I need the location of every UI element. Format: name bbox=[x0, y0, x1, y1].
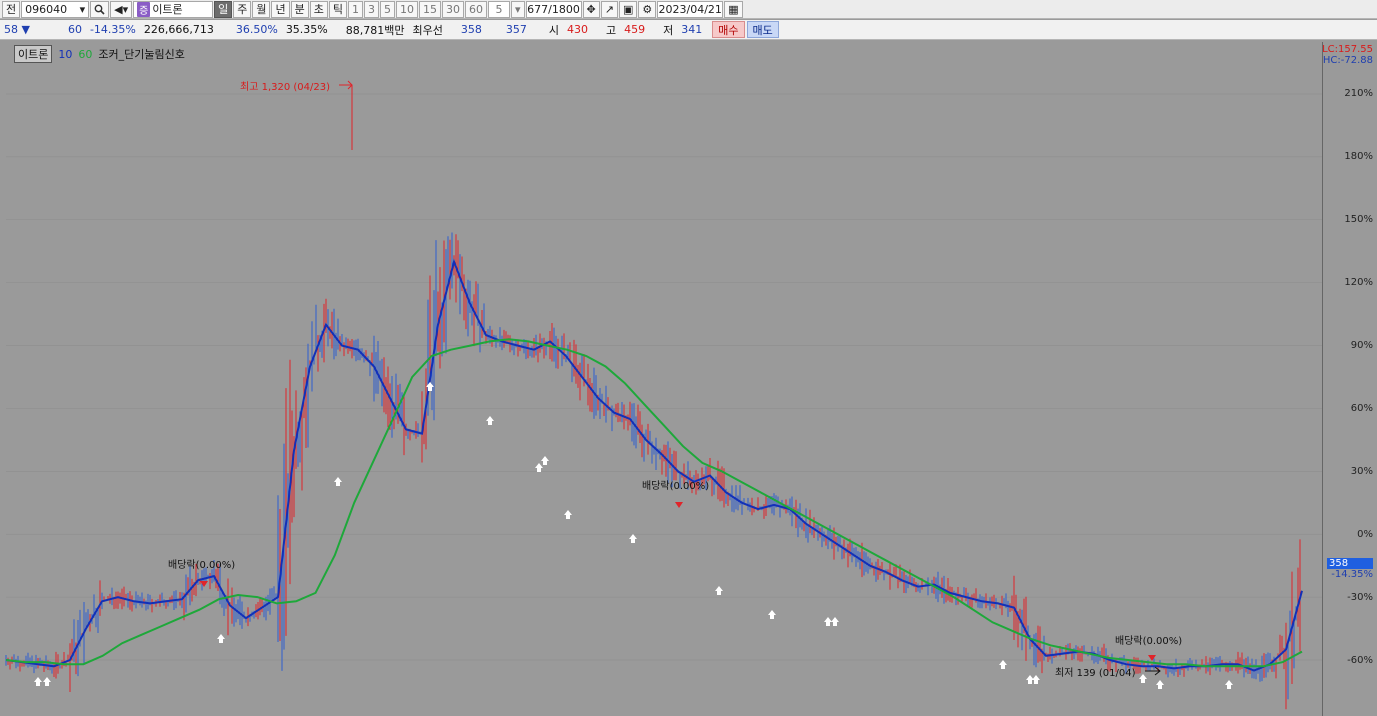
buy-signal-arrow bbox=[629, 534, 637, 543]
lc-label: LC:157.55 bbox=[1322, 44, 1373, 55]
buy-signal-arrow bbox=[564, 510, 572, 519]
buy-signal-arrow bbox=[535, 463, 543, 472]
buy-signal-arrow bbox=[43, 677, 51, 686]
buy-signal-arrow bbox=[831, 617, 839, 626]
y-tick: 90% bbox=[1350, 340, 1373, 351]
y-tick: 210% bbox=[1344, 88, 1373, 99]
buy-signal-arrow bbox=[768, 610, 776, 619]
dividend-label: 배당락(0.00%) bbox=[168, 560, 236, 571]
buy-signal-arrow bbox=[1139, 674, 1147, 683]
low-annotation: 최저 139 (01/04) bbox=[1055, 668, 1136, 679]
dividend-marker bbox=[675, 502, 683, 508]
y-axis: LC:157.55 HC:-72.88 210% 180% 150% 120% … bbox=[1322, 42, 1377, 716]
buy-signal-arrow bbox=[541, 456, 549, 465]
buy-signal-arrow bbox=[715, 586, 723, 595]
dividend-label: 배당락(0.00%) bbox=[1115, 636, 1183, 647]
buy-signal-arrow bbox=[217, 634, 225, 643]
current-pct-tag: -14.35% bbox=[1331, 569, 1373, 580]
current-price-tag: 358 bbox=[1327, 558, 1373, 569]
y-tick: 120% bbox=[1344, 277, 1373, 288]
y-tick: -30% bbox=[1347, 592, 1373, 603]
high-pointer bbox=[339, 80, 353, 150]
high-annotation: 최고 1,320 (04/23) bbox=[240, 82, 331, 93]
y-tick: 0% bbox=[1357, 529, 1373, 540]
y-tick: 150% bbox=[1344, 214, 1373, 225]
y-tick: 30% bbox=[1350, 466, 1373, 477]
y-tick: -60% bbox=[1347, 655, 1373, 666]
buy-signal-arrow bbox=[1032, 675, 1040, 684]
y-tick: 60% bbox=[1350, 403, 1373, 414]
hc-label: HC:-72.88 bbox=[1322, 55, 1373, 66]
buy-signal-arrow bbox=[824, 617, 832, 626]
buy-signal-arrow bbox=[1225, 680, 1233, 689]
buy-signal-arrow bbox=[486, 416, 494, 425]
buy-signal-arrow bbox=[34, 677, 42, 686]
dividend-label: 배당락(0.00%) bbox=[642, 481, 710, 492]
dividend-marker bbox=[200, 581, 208, 587]
buy-signal-arrow bbox=[1156, 680, 1164, 689]
plot-svg bbox=[5, 80, 1322, 710]
buy-signal-arrow bbox=[426, 382, 434, 391]
ma60-line bbox=[5, 338, 1303, 668]
buy-signal-arrow bbox=[334, 477, 342, 486]
y-tick: 180% bbox=[1344, 151, 1373, 162]
buy-signal-arrow bbox=[999, 660, 1007, 669]
